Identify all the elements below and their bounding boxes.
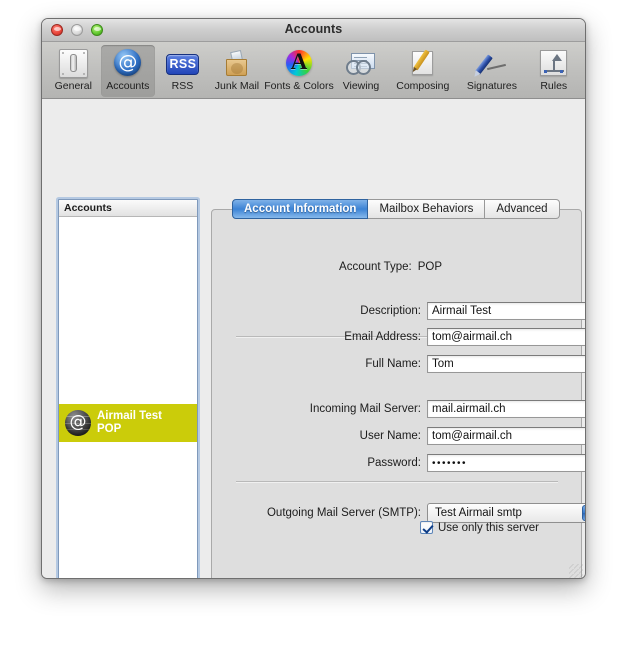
fonts-color-icon [283, 48, 315, 78]
window-titlebar: Accounts [42, 19, 585, 42]
full-name-label: Full Name: [365, 358, 421, 370]
use-only-this-server-checkbox[interactable] [420, 521, 433, 534]
username-label: User Name: [359, 430, 421, 442]
signature-icon [475, 48, 508, 78]
password-label: Password: [367, 457, 421, 469]
smtp-selected-value: Test Airmail smtp [435, 507, 522, 519]
account-type: POP [97, 423, 122, 435]
at-sign-icon: @ [112, 48, 144, 78]
toolbar-item-composing[interactable]: Composing [388, 45, 457, 97]
password-row: Password: ••••••• [212, 454, 585, 472]
smtp-select[interactable]: Test Airmail smtp [427, 503, 585, 523]
accounts-list[interactable]: Accounts @ Airmail Test POP [58, 199, 198, 578]
full-name-input[interactable]: Tom [427, 355, 585, 373]
description-input[interactable]: Airmail Test [427, 302, 585, 320]
toolbar-label-fonts-colors: Fonts & Colors [264, 80, 334, 92]
preferences-body: Accounts @ Airmail Test POP + − Account … [42, 99, 585, 578]
incoming-server-label: Incoming Mail Server: [309, 403, 421, 415]
general-icon [57, 48, 89, 78]
toolbar-label-signatures: Signatures [466, 80, 518, 92]
toolbar-label-rss: RSS [171, 80, 194, 92]
description-row: Description: Airmail Test [212, 302, 585, 320]
username-input[interactable]: tom@airmail.ch [427, 427, 585, 445]
toolbar-item-general[interactable]: General [46, 45, 101, 97]
toolbar-label-general: General [54, 80, 92, 92]
window-title: Accounts [284, 22, 343, 36]
username-row: User Name: tom@airmail.ch [212, 427, 585, 445]
toolbar-item-viewing[interactable]: Viewing [334, 45, 389, 97]
viewing-icon [345, 48, 377, 78]
toolbar-item-junk-mail[interactable]: Junk Mail [210, 45, 265, 97]
resize-grip[interactable] [569, 564, 583, 578]
description-label: Description: [360, 305, 421, 317]
tab-account-information[interactable]: Account Information [232, 199, 369, 219]
toolbar-item-accounts[interactable]: @ Accounts [100, 45, 156, 97]
password-input[interactable]: ••••••• [427, 454, 585, 472]
preferences-toolbar: General @ Accounts RSS RSS Junk Mail Fon… [42, 42, 585, 99]
email-input[interactable]: tom@airmail.ch [427, 328, 585, 346]
toolbar-label-accounts: Accounts [106, 80, 150, 92]
use-only-this-server-row[interactable]: Use only this server [420, 521, 539, 534]
account-name: Airmail Test [97, 410, 162, 422]
tab-mailbox-behaviors[interactable]: Mailbox Behaviors [368, 199, 486, 219]
account-type-label: Account Type: [339, 261, 412, 273]
toolbar-label-viewing: Viewing [342, 80, 380, 92]
chevron-updown-icon [582, 505, 585, 521]
accounts-preferences-window: Accounts General @ Accounts RSS RSS Junk… [41, 18, 586, 579]
account-labels: Airmail Test POP [97, 410, 162, 436]
list-item[interactable]: @ Airmail Test POP [59, 404, 197, 442]
junk-bag-icon [221, 48, 253, 78]
tab-advanced[interactable]: Advanced [485, 199, 560, 219]
incoming-server-input[interactable]: mail.airmail.ch [427, 400, 585, 418]
incoming-server-row: Incoming Mail Server: mail.airmail.ch [212, 400, 585, 418]
rss-icon: RSS [166, 48, 200, 78]
composing-icon [407, 48, 439, 78]
toolbar-item-fonts-colors[interactable]: Fonts & Colors [264, 45, 333, 97]
toolbar-item-rss[interactable]: RSS RSS [155, 45, 210, 97]
detail-tabs: Account Information Mailbox Behaviors Ad… [232, 199, 560, 219]
toolbar-item-signatures[interactable]: Signatures [457, 45, 526, 97]
full-name-row: Full Name: Tom [212, 355, 585, 373]
accounts-list-header: Accounts [59, 200, 197, 217]
account-type-value: POP [417, 261, 442, 273]
rules-icon [538, 48, 570, 78]
toolbar-label-rules: Rules [540, 80, 568, 92]
divider-bottom [236, 481, 558, 482]
account-globe-icon: @ [65, 410, 91, 436]
accounts-list-body: @ Airmail Test POP [59, 217, 197, 578]
email-label: Email Address: [344, 331, 421, 343]
toolbar-label-junk-mail: Junk Mail [214, 80, 260, 92]
account-type-row: Account Type: POP [212, 261, 442, 273]
smtp-row: Outgoing Mail Server (SMTP): Test Airmai… [212, 503, 585, 523]
use-only-this-server-label: Use only this server [438, 521, 539, 534]
toolbar-label-composing: Composing [396, 80, 450, 92]
email-row: Email Address: tom@airmail.ch [212, 328, 585, 346]
smtp-label: Outgoing Mail Server (SMTP): [266, 507, 421, 519]
toolbar-item-rules[interactable]: Rules [526, 45, 581, 97]
